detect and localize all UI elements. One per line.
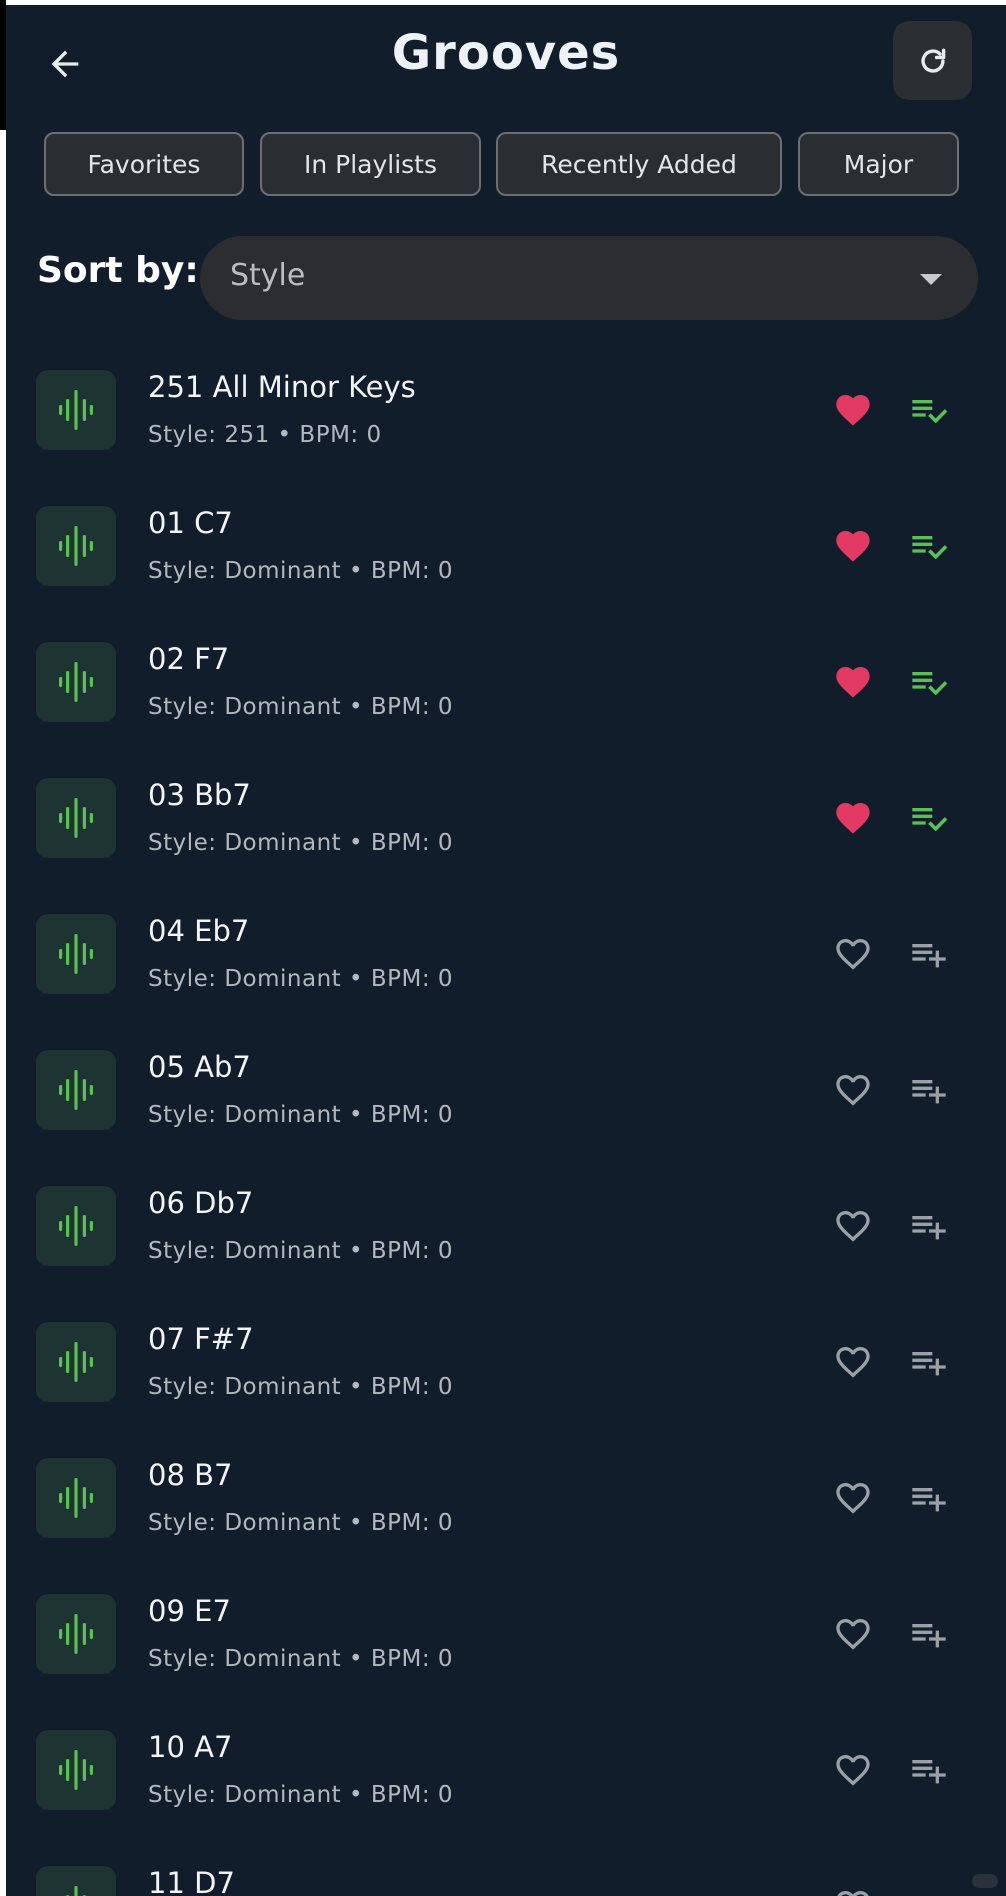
groove-subtitle: Style: Dominant • BPM: 0 <box>148 1374 454 1400</box>
groove-row[interactable]: 251 All Minor Keys Style: 251 • BPM: 0 <box>6 345 1006 481</box>
groove-list: 251 All Minor Keys Style: 251 • BPM: 0 01 … <box>6 345 1006 1896</box>
grooves-screen: Grooves Favorites In Playlists Recently … <box>6 5 1006 1896</box>
groove-row[interactable]: 04 Eb7 Style: Dominant • BPM: 0 <box>6 889 1006 1025</box>
groove-title: 251 All Minor Keys <box>148 370 416 404</box>
groove-subtitle: Style: Dominant • BPM: 0 <box>148 1510 454 1536</box>
groove-subtitle: Style: Dominant • BPM: 0 <box>148 558 454 584</box>
groove-title: 01 C7 <box>148 506 233 540</box>
filter-chip-favorites[interactable]: Favorites <box>44 132 244 196</box>
waveform-icon <box>36 778 116 858</box>
playlist-add-icon[interactable] <box>906 1611 952 1657</box>
playlist-added-check-icon[interactable] <box>906 795 952 841</box>
groove-subtitle: Style: Dominant • BPM: 0 <box>148 966 454 992</box>
playlist-added-check-icon[interactable] <box>906 659 952 705</box>
favorite-outline-icon[interactable] <box>830 931 876 977</box>
favorite-outline-icon[interactable] <box>830 1339 876 1385</box>
groove-title: 03 Bb7 <box>148 778 251 812</box>
groove-subtitle: Style: 251 • BPM: 0 <box>148 422 382 448</box>
favorite-outline-icon[interactable] <box>830 1203 876 1249</box>
page-title: Grooves <box>391 25 621 81</box>
playlist-add-icon[interactable] <box>906 1203 952 1249</box>
filter-chip-in-playlists[interactable]: In Playlists <box>260 132 481 196</box>
favorite-filled-icon[interactable] <box>830 523 876 569</box>
groove-row[interactable]: 03 Bb7 Style: Dominant • BPM: 0 <box>6 753 1006 889</box>
groove-row[interactable]: 06 Db7 Style: Dominant • BPM: 0 <box>6 1161 1006 1297</box>
filter-chip-recently-added[interactable]: Recently Added <box>496 132 782 196</box>
waveform-icon <box>36 506 116 586</box>
waveform-icon <box>36 370 116 450</box>
playlist-add-icon[interactable] <box>906 1067 952 1113</box>
groove-subtitle: Style: Dominant • BPM: 0 <box>148 1238 454 1264</box>
groove-subtitle: Style: Dominant • BPM: 0 <box>148 830 454 856</box>
groove-title: 07 F#7 <box>148 1322 254 1356</box>
groove-row[interactable]: 09 E7 Style: Dominant • BPM: 0 <box>6 1569 1006 1705</box>
favorite-outline-icon[interactable] <box>830 1067 876 1113</box>
favorite-outline-icon[interactable] <box>830 1611 876 1657</box>
filter-chip-major[interactable]: Major <box>798 132 959 196</box>
groove-subtitle: Style: Dominant • BPM: 0 <box>148 1646 454 1672</box>
filter-chips: Favorites In Playlists Recently Added Ma… <box>6 132 1006 202</box>
playlist-add-icon[interactable] <box>906 1475 952 1521</box>
playlist-add-icon[interactable] <box>906 931 952 977</box>
groove-row[interactable]: 01 C7 Style: Dominant • BPM: 0 <box>6 481 1006 617</box>
playlist-add-icon[interactable] <box>906 1747 952 1793</box>
refresh-icon <box>920 48 945 73</box>
sort-dropdown[interactable]: Style <box>200 236 978 320</box>
groove-title: 06 Db7 <box>148 1186 254 1220</box>
favorite-filled-icon[interactable] <box>830 387 876 433</box>
groove-row[interactable]: 11 D7 <box>6 1841 1006 1896</box>
app-header: Grooves <box>6 5 1006 115</box>
playlist-added-check-icon[interactable] <box>906 387 952 433</box>
groove-subtitle: Style: Dominant • BPM: 0 <box>148 694 454 720</box>
groove-row[interactable]: 10 A7 Style: Dominant • BPM: 0 <box>6 1705 1006 1841</box>
groove-title: 10 A7 <box>148 1730 233 1764</box>
groove-subtitle: Style: Dominant • BPM: 0 <box>148 1782 454 1808</box>
refresh-button[interactable] <box>893 21 972 100</box>
caret-down-icon <box>920 274 942 285</box>
playlist-add-icon[interactable] <box>906 1883 952 1896</box>
waveform-icon <box>36 1050 116 1130</box>
favorite-outline-icon[interactable] <box>830 1475 876 1521</box>
groove-row[interactable]: 07 F#7 Style: Dominant • BPM: 0 <box>6 1297 1006 1433</box>
groove-title: 05 Ab7 <box>148 1050 251 1084</box>
waveform-icon <box>36 1458 116 1538</box>
waveform-icon <box>36 914 116 994</box>
groove-row[interactable]: 08 B7 Style: Dominant • BPM: 0 <box>6 1433 1006 1569</box>
favorite-outline-icon[interactable] <box>830 1747 876 1793</box>
groove-subtitle: Style: Dominant • BPM: 0 <box>148 1102 454 1128</box>
waveform-icon <box>36 642 116 722</box>
favorite-filled-icon[interactable] <box>830 659 876 705</box>
waveform-icon <box>36 1730 116 1810</box>
sort-dropdown-value: Style <box>230 258 306 293</box>
waveform-icon <box>36 1594 116 1674</box>
groove-title: 04 Eb7 <box>148 914 250 948</box>
waveform-icon <box>36 1322 116 1402</box>
groove-title: 08 B7 <box>148 1458 233 1492</box>
groove-title: 11 D7 <box>148 1866 235 1896</box>
playlist-added-check-icon[interactable] <box>906 523 952 569</box>
groove-title: 02 F7 <box>148 642 230 676</box>
favorite-outline-icon[interactable] <box>830 1883 876 1896</box>
favorite-filled-icon[interactable] <box>830 795 876 841</box>
overlay-badge <box>972 1874 998 1888</box>
playlist-add-icon[interactable] <box>906 1339 952 1385</box>
sort-by-label: Sort by: <box>37 250 199 291</box>
groove-row[interactable]: 05 Ab7 Style: Dominant • BPM: 0 <box>6 1025 1006 1161</box>
groove-title: 09 E7 <box>148 1594 231 1628</box>
waveform-icon <box>36 1186 116 1266</box>
groove-row[interactable]: 02 F7 Style: Dominant • BPM: 0 <box>6 617 1006 753</box>
waveform-icon <box>36 1866 116 1896</box>
